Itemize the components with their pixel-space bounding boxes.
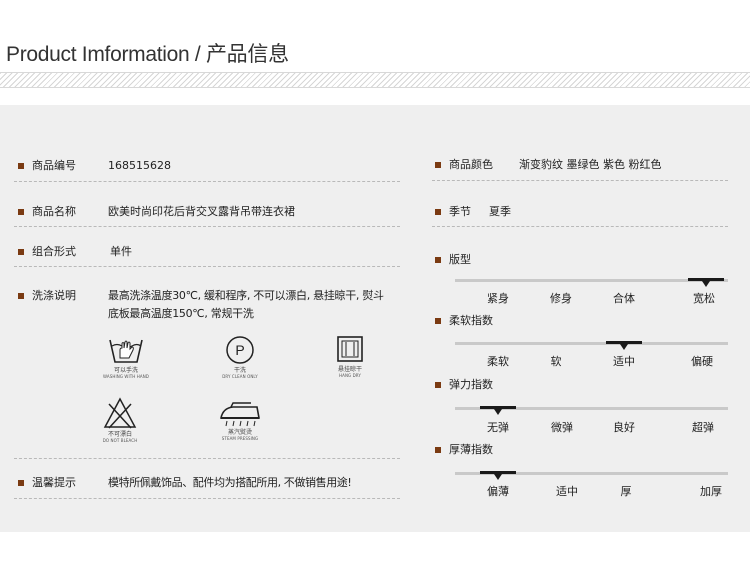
- care-steam-iron-en: STEAM PRESSING: [221, 436, 259, 441]
- scale-label: 厚: [620, 485, 632, 498]
- scale-label: 偏薄: [487, 485, 509, 498]
- wash-label: 洗涤说明: [32, 289, 76, 302]
- scale-label: 加厚: [700, 485, 722, 498]
- care-hang-dry: 悬挂晾干 HANG DRY: [328, 334, 372, 378]
- divider: [14, 266, 400, 267]
- care-no-bleach-cn: 不可漂白: [107, 431, 132, 438]
- tip-label: 温馨提示: [32, 476, 76, 489]
- bullet-icon: [435, 162, 441, 168]
- care-dry-clean-en: DRY CLEAN ONLY: [222, 374, 258, 379]
- divider: [432, 226, 728, 227]
- bullet-icon: [18, 249, 24, 255]
- combo-value: 单件: [110, 245, 132, 258]
- color-label: 商品颜色: [449, 158, 493, 171]
- care-hand-wash: 可以手洗 WASHING WITH HAND: [98, 334, 154, 379]
- care-hand-wash-en: WASHING WITH HAND: [103, 374, 149, 379]
- dry-clean-icon: P: [226, 336, 254, 364]
- season-value: 夏季: [489, 205, 511, 218]
- care-hang-dry-cn: 悬挂晾干: [337, 366, 362, 373]
- combo-label: 组合形式: [32, 245, 76, 258]
- color-row: 商品颜色 渐变豹纹 墨绿色 紫色 粉红色: [435, 156, 662, 174]
- care-dry-clean-cn: 干洗: [233, 367, 246, 374]
- bullet-icon: [435, 209, 441, 215]
- no-bleach-icon: [103, 397, 137, 429]
- scale-label: 宽松: [693, 292, 715, 305]
- scale-title-row: 厚薄指数: [435, 441, 493, 459]
- scale-label: 无弹: [487, 421, 509, 434]
- bullet-icon: [18, 163, 24, 169]
- care-no-bleach-en: DO NOT BLEACH: [102, 438, 138, 443]
- scale-marker-arrow: [494, 409, 502, 415]
- scale-title-row: 弹力指数: [435, 376, 493, 394]
- scale-label: 修身: [550, 292, 572, 305]
- wash-line-2: 底板最高温度150℃, 常规干洗: [108, 307, 254, 320]
- hand-wash-icon: [109, 339, 143, 363]
- color-value: 渐变豹纹 墨绿色 紫色 粉红色: [519, 158, 662, 171]
- item-name-value: 欧美时尚印花后背交叉露背吊带连衣裙: [108, 205, 295, 218]
- bullet-icon: [435, 382, 441, 388]
- care-steam-iron-cn: 蒸汽熨烫: [227, 429, 252, 436]
- tip-value: 模特所佩戴饰品、配件均为搭配所用, 不做销售用途!: [108, 476, 352, 489]
- page-title: Product Imformation / 产品信息: [6, 43, 289, 66]
- scale-marker-arrow: [620, 344, 628, 350]
- scale-label: 适中: [613, 355, 635, 368]
- care-no-bleach: 不可漂白 DO NOT BLEACH: [96, 396, 144, 443]
- divider: [14, 498, 400, 499]
- tip-row: 温馨提示 模特所佩戴饰品、配件均为搭配所用, 不做销售用途!: [18, 474, 352, 492]
- wash-row: 洗涤说明 最高洗涤温度30℃, 缓和程序, 不可以漂白, 悬挂晾干, 熨斗 底板…: [18, 287, 418, 323]
- care-hand-wash-cn: 可以手洗: [113, 367, 138, 374]
- scale-label: 合体: [613, 292, 635, 305]
- scale-title: 弹力指数: [449, 378, 493, 391]
- care-steam-iron: 蒸汽熨烫 STEAM PRESSING: [212, 400, 268, 441]
- scale-title-row: 版型: [435, 251, 471, 269]
- scale-label: 良好: [613, 421, 635, 434]
- divider: [14, 226, 400, 227]
- scale-label: 适中: [556, 485, 578, 498]
- divider: [14, 458, 400, 459]
- hang-dry-icon: [337, 336, 363, 362]
- divider: [432, 180, 728, 181]
- scale-title-row: 柔软指数: [435, 312, 493, 330]
- scale-marker-arrow: [494, 474, 502, 480]
- hatched-divider: [0, 72, 750, 88]
- wash-line-1: 最高洗涤温度30℃, 缓和程序, 不可以漂白, 悬挂晾干, 熨斗: [108, 289, 384, 302]
- bullet-icon: [18, 209, 24, 215]
- item-name-row: 商品名称 欧美时尚印花后背交叉露背吊带连衣裙: [18, 203, 295, 221]
- item-number-value: 168515628: [108, 159, 171, 172]
- bullet-icon: [18, 480, 24, 486]
- wash-instructions: 最高洗涤温度30℃, 缓和程序, 不可以漂白, 悬挂晾干, 熨斗 底板最高温度1…: [108, 287, 418, 323]
- care-dry-clean: P 干洗 DRY CLEAN ONLY: [212, 334, 268, 379]
- care-hang-dry-en: HANG DRY: [339, 373, 361, 378]
- scale-marker-arrow: [702, 281, 710, 287]
- scale-title: 柔软指数: [449, 314, 493, 327]
- combo-row: 组合形式 单件: [18, 243, 132, 261]
- bullet-icon: [435, 318, 441, 324]
- scale-label: 偏硬: [691, 355, 713, 368]
- bullet-icon: [18, 293, 24, 299]
- scale-title: 版型: [449, 253, 471, 266]
- bullet-icon: [435, 257, 441, 263]
- scale-label: 微弹: [551, 421, 573, 434]
- scale-title: 厚薄指数: [449, 443, 493, 456]
- divider: [14, 181, 400, 182]
- bullet-icon: [435, 447, 441, 453]
- scale-label: 紧身: [487, 292, 509, 305]
- season-label: 季节: [449, 205, 471, 218]
- scale-label: 软: [550, 355, 562, 368]
- item-name-label: 商品名称: [32, 205, 76, 218]
- scale-track: [455, 342, 728, 345]
- svg-text:P: P: [235, 342, 244, 358]
- scale-label: 柔软: [487, 355, 509, 368]
- steam-iron-icon: [220, 402, 260, 427]
- scale-label: 超弹: [692, 421, 714, 434]
- item-number-row: 商品编号 168515628: [18, 157, 171, 175]
- season-row: 季节 夏季: [435, 203, 511, 221]
- item-number-label: 商品编号: [32, 159, 76, 172]
